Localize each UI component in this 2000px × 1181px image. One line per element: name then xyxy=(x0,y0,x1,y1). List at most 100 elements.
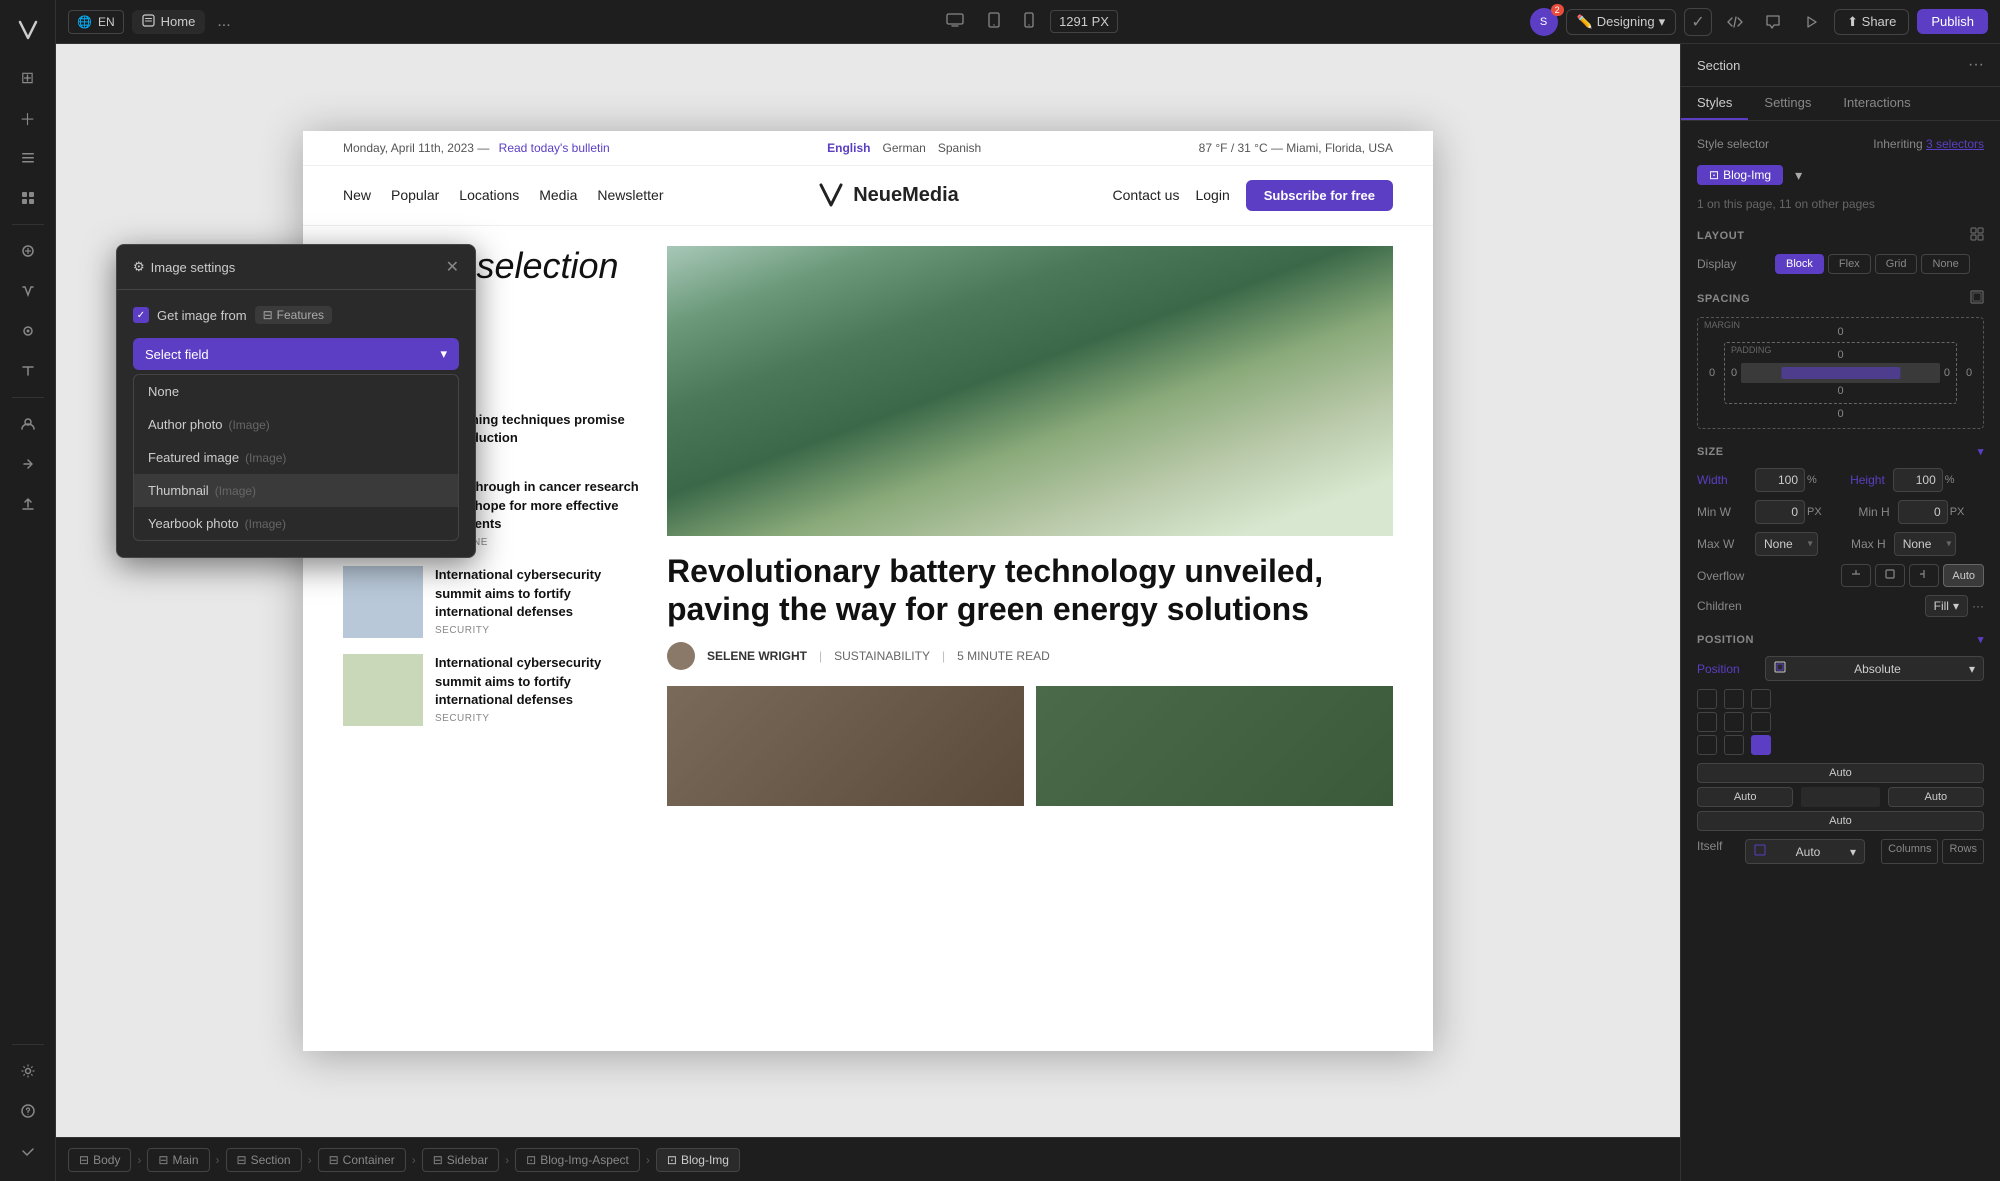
checkmark-icon[interactable] xyxy=(10,1133,46,1169)
offset-top-input[interactable] xyxy=(1697,763,1984,783)
effects-icon[interactable] xyxy=(10,313,46,349)
dropdown-item-thumbnail[interactable]: Thumbnail (Image) xyxy=(134,474,458,507)
code-view-button[interactable] xyxy=(1720,7,1750,37)
components-icon[interactable] xyxy=(10,180,46,216)
login-link[interactable]: Login xyxy=(1195,187,1229,203)
selectors-link[interactable]: 3 selectors xyxy=(1926,137,1984,151)
nav-popular[interactable]: Popular xyxy=(391,187,439,203)
position-expand-icon[interactable]: ▾ xyxy=(1978,633,1984,646)
children-select[interactable]: Fill ▾ xyxy=(1925,595,1968,617)
right-sidebar: Section ··· Styles Settings Interactions… xyxy=(1680,44,2000,1181)
overflow-clip-v-button[interactable] xyxy=(1909,564,1939,587)
dropdown-item-yearbook-photo[interactable]: Yearbook photo (Image) xyxy=(134,507,458,540)
modal-close-button[interactable]: ✕ xyxy=(446,257,459,277)
anchor-bm[interactable] xyxy=(1724,735,1744,755)
help-icon[interactable] xyxy=(10,1093,46,1129)
subscribe-button[interactable]: Subscribe for free xyxy=(1246,180,1393,211)
size-expand-icon[interactable]: ▾ xyxy=(1978,445,1984,458)
nav-newsletter[interactable]: Newsletter xyxy=(597,187,663,203)
itself-select[interactable]: Auto ▾ xyxy=(1745,839,1865,864)
anchor-ml[interactable] xyxy=(1697,712,1717,732)
nav-locations[interactable]: Locations xyxy=(459,187,519,203)
canvas[interactable]: Monday, April 11th, 2023 — Read today's … xyxy=(56,44,1680,1137)
tab-styles[interactable]: Styles xyxy=(1681,87,1748,120)
play-preview-button[interactable] xyxy=(1796,7,1826,37)
display-flex-button[interactable]: Flex xyxy=(1828,254,1871,274)
read-bulletin-link[interactable]: Read today's bulletin xyxy=(499,141,610,155)
integrations-icon[interactable] xyxy=(10,446,46,482)
display-none-button[interactable]: None xyxy=(1921,254,1969,274)
add-section-icon[interactable]: ＋ xyxy=(10,100,46,136)
select-field-button[interactable]: Select field ▾ xyxy=(133,338,459,370)
anchor-mm[interactable] xyxy=(1724,712,1744,732)
dropdown-item-author-photo[interactable]: Author photo (Image) xyxy=(134,408,458,441)
breadcrumb-body[interactable]: ⊟ Body xyxy=(68,1148,131,1172)
position-select[interactable]: Absolute ▾ xyxy=(1765,656,1984,681)
more-tabs-button[interactable]: ... xyxy=(213,9,234,35)
offset-left-input[interactable] xyxy=(1697,787,1793,807)
anchor-tr[interactable] xyxy=(1751,689,1771,709)
columns-button[interactable]: Columns xyxy=(1881,839,1938,864)
menu-layers-icon[interactable] xyxy=(10,140,46,176)
min-h-input[interactable] xyxy=(1898,500,1948,524)
get-image-checkbox[interactable]: ✓ xyxy=(133,307,149,323)
viewport-size-display[interactable]: 1291 PX xyxy=(1050,10,1118,33)
lang-german[interactable]: German xyxy=(882,141,925,155)
breadcrumb-section[interactable]: ⊟ Section xyxy=(226,1148,302,1172)
nav-new[interactable]: New xyxy=(343,187,371,203)
anchor-bl[interactable] xyxy=(1697,735,1717,755)
dropdown-item-none[interactable]: None xyxy=(134,375,458,408)
breadcrumb-main[interactable]: ⊟ Main xyxy=(147,1148,209,1172)
publish-button[interactable]: Publish xyxy=(1917,9,1988,34)
publish-left-icon[interactable] xyxy=(10,486,46,522)
sidebar-options-button[interactable]: ··· xyxy=(1968,56,1984,74)
settings-icon[interactable] xyxy=(10,1053,46,1089)
breadcrumb-blog-img-aspect[interactable]: ⊡ Blog-Img-Aspect xyxy=(515,1148,640,1172)
selector-chevron[interactable]: ▾ xyxy=(1795,167,1802,184)
pages-icon[interactable]: ⊞ xyxy=(10,60,46,96)
desktop-viewport-icon[interactable] xyxy=(938,9,972,34)
max-h-select[interactable]: None ▾ xyxy=(1894,532,1957,556)
tablet-viewport-icon[interactable] xyxy=(980,8,1008,35)
typography-icon[interactable] xyxy=(10,353,46,389)
mobile-viewport-icon[interactable] xyxy=(1016,8,1042,35)
tab-settings[interactable]: Settings xyxy=(1748,87,1827,120)
overflow-auto-button[interactable]: Auto xyxy=(1943,564,1984,587)
height-input[interactable] xyxy=(1893,468,1943,492)
anchor-tl[interactable] xyxy=(1697,689,1717,709)
anchor-br[interactable] xyxy=(1751,735,1771,755)
home-tab[interactable]: Home xyxy=(132,10,206,34)
min-w-input[interactable] xyxy=(1755,500,1805,524)
comment-button[interactable] xyxy=(1758,7,1788,37)
variables-icon[interactable] xyxy=(10,273,46,309)
preview-check-button[interactable]: ✓ xyxy=(1684,8,1712,36)
share-button[interactable]: ⬆ Share xyxy=(1834,9,1909,35)
dropdown-item-featured-image[interactable]: Featured image (Image) xyxy=(134,441,458,474)
avatar-button[interactable]: S 2 xyxy=(1530,8,1558,36)
lang-english[interactable]: English xyxy=(827,141,870,155)
overflow-clip-both-button[interactable] xyxy=(1875,564,1905,587)
offset-bottom-input[interactable] xyxy=(1697,811,1984,831)
display-grid-button[interactable]: Grid xyxy=(1875,254,1918,274)
breadcrumb-blog-img[interactable]: ⊡ Blog-Img xyxy=(656,1148,740,1172)
offset-right-input[interactable] xyxy=(1888,787,1984,807)
contact-link[interactable]: Contact us xyxy=(1113,187,1180,203)
users-icon[interactable] xyxy=(10,406,46,442)
breadcrumb-sidebar[interactable]: ⊟ Sidebar xyxy=(422,1148,499,1172)
language-selector[interactable]: 🌐 EN xyxy=(68,10,124,34)
children-options-button[interactable]: ··· xyxy=(1972,599,1984,613)
width-input[interactable] xyxy=(1755,468,1805,492)
tab-interactions[interactable]: Interactions xyxy=(1827,87,1926,120)
rows-button[interactable]: Rows xyxy=(1942,839,1984,864)
blog-img-tag[interactable]: ⊡ Blog-Img xyxy=(1697,165,1783,185)
display-block-button[interactable]: Block xyxy=(1775,254,1824,274)
overflow-clip-h-button[interactable] xyxy=(1841,564,1871,587)
breadcrumb-container[interactable]: ⊟ Container xyxy=(318,1148,406,1172)
max-w-select[interactable]: None ▾ xyxy=(1755,532,1818,556)
anchor-tm[interactable] xyxy=(1724,689,1744,709)
nav-media[interactable]: Media xyxy=(539,187,577,203)
lang-spanish[interactable]: Spanish xyxy=(938,141,981,155)
anchor-mr[interactable] xyxy=(1751,712,1771,732)
designing-mode-button[interactable]: ✏️ Designing ▾ xyxy=(1566,9,1677,35)
assets-icon[interactable] xyxy=(10,233,46,269)
